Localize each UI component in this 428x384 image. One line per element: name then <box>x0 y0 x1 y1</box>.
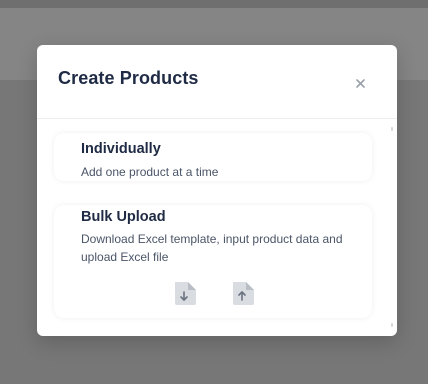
option-description: Add one product at a time <box>81 165 219 179</box>
file-download-icon <box>175 282 196 305</box>
modal-header: Create Products <box>37 45 397 119</box>
option-individually[interactable]: Individually Add one product at a time <box>54 133 372 181</box>
scrollbar-bottom-indicator <box>391 323 393 327</box>
download-template-button[interactable] <box>171 279 199 307</box>
backdrop-topbar <box>0 0 428 8</box>
option-title: Individually <box>81 141 161 157</box>
scrollbar-top-indicator <box>391 127 393 131</box>
close-button[interactable] <box>350 72 372 94</box>
modal-body: Individually Add one product at a time B… <box>37 119 397 336</box>
file-upload-icon <box>233 282 254 305</box>
option-title: Bulk Upload <box>81 209 166 225</box>
modal-title: Create Products <box>58 68 199 88</box>
scrollbar[interactable] <box>391 127 393 327</box>
option-bulk-upload[interactable]: Bulk Upload Download Excel template, inp… <box>54 205 372 318</box>
create-products-modal: Create Products Individually Add one pro… <box>37 45 397 336</box>
close-icon <box>356 79 365 88</box>
upload-file-button[interactable] <box>229 279 257 307</box>
option-description: Download Excel template, input product d… <box>81 232 343 264</box>
